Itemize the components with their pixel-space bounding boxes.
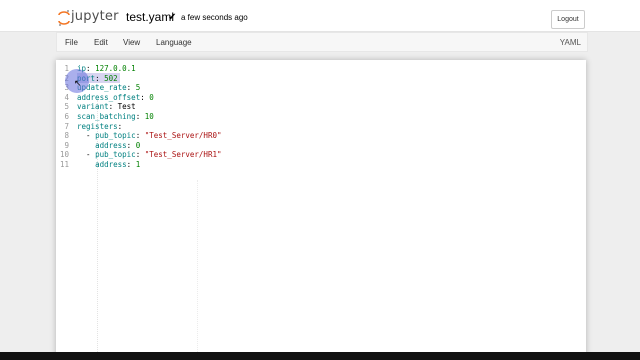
bottom-strip [0, 352, 640, 360]
code-line[interactable]: 9 address: 0 [56, 141, 576, 151]
code-line[interactable]: 10 - pub_topic: "Test_Server/HR1" [56, 150, 576, 160]
code-line[interactable]: 3update_rate: 5 [56, 83, 576, 93]
code-token: : [108, 102, 118, 112]
line-content: address: 0 [77, 141, 140, 151]
line-content: - pub_topic: "Test_Server/HR1" [77, 150, 222, 160]
code-token: "Test_Server/HR0" [144, 131, 222, 141]
line-number: 7 [64, 121, 69, 131]
code-token: 0 [149, 92, 154, 102]
line-number: 9 [64, 140, 69, 150]
code-token: : [135, 131, 145, 141]
line-content: registers: [77, 122, 122, 132]
menu-file[interactable]: File [65, 38, 78, 47]
code-token: variant [77, 102, 109, 112]
code-token: address [95, 160, 127, 169]
jupyter-logo[interactable]: jupyter [58, 9, 130, 27]
logo-text: jupyter [71, 9, 119, 24]
code-token: 10 [144, 112, 154, 121]
code-token: : [86, 64, 96, 73]
code-token: 0 [135, 140, 141, 150]
checkmark-icon: ✔ [168, 12, 177, 23]
code-token: 5 [135, 83, 141, 93]
line-number: 8 [64, 131, 69, 141]
code-line[interactable]: 7 registers: [56, 122, 576, 132]
line-number: 11 [59, 160, 69, 169]
code-token: scan_batching [77, 112, 136, 121]
code-token: - [77, 131, 96, 141]
header-bar: jupyter test.yaml ✔ a few seconds ago Lo… [0, 0, 640, 32]
code-line[interactable]: 11 address: 1 [56, 160, 576, 170]
code-token: : [140, 92, 150, 102]
code-token: : [95, 73, 105, 83]
code-token: 127.0.0.1 [95, 64, 136, 73]
line-content: scan_batching: 10 [77, 112, 154, 122]
line-content: address: 1 [77, 160, 140, 170]
line-number: 6 [64, 112, 69, 121]
code-line[interactable]: 2port: 502 [56, 74, 576, 84]
code-line[interactable]: 5 variant: Test [56, 102, 576, 112]
code-token: pub_topic [95, 131, 136, 141]
code-token: : [135, 150, 145, 160]
code-token: : [117, 121, 123, 131]
line-number: 10 [59, 150, 69, 160]
code-line[interactable]: 1 ip: 127.0.0.1 [56, 64, 576, 74]
code-token: registers [77, 121, 118, 131]
code-token: address [95, 140, 127, 150]
menu-language[interactable]: Language [156, 38, 192, 47]
code-token: : [126, 83, 136, 93]
jupyter-logo-icon [58, 10, 70, 26]
code-token: : [126, 140, 136, 150]
code-token: 502 [104, 73, 118, 83]
menu-bar: File Edit View Language YAML [56, 32, 588, 52]
code-line[interactable]: 8 - pub_topic: "Test_Server/HR0" [56, 131, 576, 141]
line-number: 4 [64, 92, 69, 102]
save-status: a few seconds ago [181, 13, 248, 22]
code-token: Test [117, 102, 136, 112]
menu-edit[interactable]: Edit [94, 38, 108, 47]
code-token: : [135, 112, 145, 121]
file-name[interactable]: test.yaml [126, 10, 174, 24]
logout-button[interactable]: Logout [551, 10, 585, 29]
code-token: - [77, 150, 96, 160]
code-token: address_offset [77, 92, 141, 102]
mouse-pointer-icon: ↖ [74, 78, 82, 88]
code-token: pub_topic [95, 150, 136, 160]
line-content: - pub_topic: "Test_Server/HR0" [77, 131, 222, 141]
menu-view[interactable]: View [123, 38, 140, 47]
indent-guide [197, 180, 198, 360]
language-mode-indicator: YAML [559, 38, 581, 47]
line-content: address_offset: 0 [77, 93, 154, 103]
code-token: : [126, 160, 136, 169]
code-token: "Test_Server/HR1" [144, 150, 222, 160]
code-line[interactable]: 4 address_offset: 0 [56, 93, 576, 103]
code-editor[interactable]: 1ip: 127.0.0.12port: 5023update_rate: 54… [56, 60, 586, 360]
code-line[interactable]: 6 scan_batching: 10 [56, 112, 576, 122]
line-content: variant: Test [77, 102, 136, 112]
code-token: 1 [135, 160, 141, 169]
line-number: 5 [64, 102, 69, 112]
